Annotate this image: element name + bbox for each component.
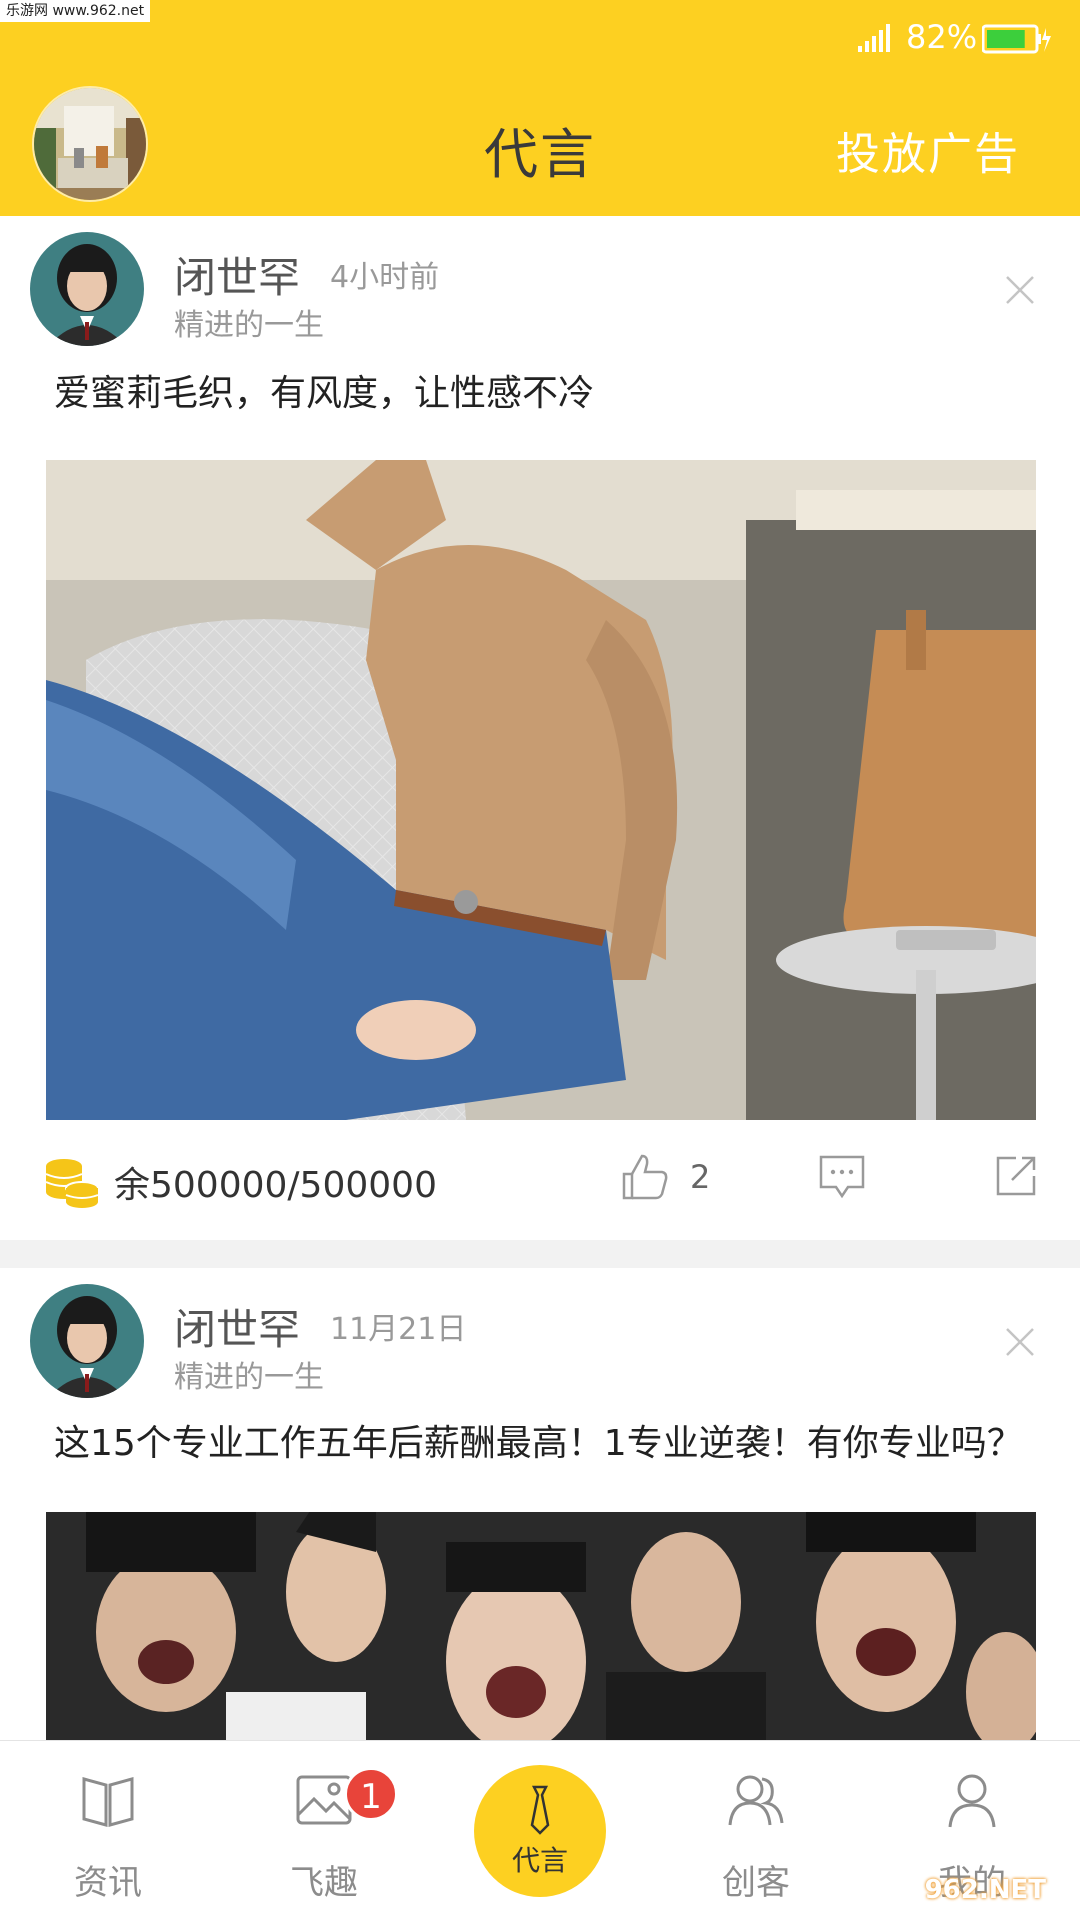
nav-label: 资讯 (74, 1863, 142, 1903)
nav-item-fun[interactable]: 1 飞趣 (244, 1741, 404, 1920)
author-name[interactable]: 闭世罕 (174, 1296, 300, 1357)
watermark-top: 乐游网 www.962.net (0, 0, 151, 22)
sweater-photo (46, 460, 1036, 1120)
crowd-photo (46, 1512, 1036, 1740)
close-icon[interactable] (1004, 274, 1036, 306)
close-icon[interactable] (1004, 1326, 1036, 1358)
watermark-bottom: 962.NET (924, 1875, 1046, 1905)
nav-label: 飞趣 (290, 1863, 358, 1903)
notification-badge: 1 (344, 1767, 398, 1821)
tie-icon (530, 1785, 550, 1835)
bottom-nav: 资讯 1 飞趣 代言 创客 我的 962.NET (0, 1740, 1080, 1920)
battery-icon (982, 24, 1051, 54)
feed-post[interactable]: 闭世罕 11月21日 精进的一生 这15个专业工作五年后薪酬最高！1专业逆袭！有… (0, 1268, 1080, 1740)
author-avatar[interactable] (30, 1284, 144, 1398)
post-actions: 余500000/500000 2 (0, 1144, 1080, 1224)
top-bar: 乐游网 www.962.net 82% 代言 投放广告 (0, 0, 1080, 216)
nav-label: 创客 (722, 1863, 790, 1903)
author-subtitle: 精进的一生 (174, 308, 324, 343)
balance-text: 余500000/500000 (114, 1165, 437, 1206)
thumbs-up-icon[interactable] (620, 1152, 670, 1202)
post-image[interactable] (46, 1512, 1036, 1740)
coins-icon (45, 1159, 99, 1208)
nav-item-creator[interactable]: 创客 (676, 1741, 836, 1920)
user-icon (948, 1774, 996, 1828)
feed-list[interactable]: 闭世罕 4小时前 精进的一生 爱蜜莉毛织，有风度，让性感不冷 余500000/5… (0, 216, 1080, 1740)
nav-item-endorse[interactable]: 代言 (474, 1765, 606, 1897)
share-icon[interactable] (994, 1154, 1038, 1198)
battery-percent: 82% (906, 18, 978, 56)
portrait-picture (30, 232, 144, 346)
feed-post[interactable]: 闭世罕 4小时前 精进的一生 爱蜜莉毛织，有风度，让性感不冷 余500000/5… (0, 216, 1080, 1240)
place-ad-button[interactable]: 投放广告 (836, 118, 1020, 182)
like-count: 2 (690, 1158, 711, 1196)
users-icon (728, 1775, 784, 1826)
post-time: 4小时前 (330, 260, 440, 295)
comment-icon[interactable] (818, 1154, 866, 1200)
post-image[interactable] (46, 460, 1036, 1120)
author-name[interactable]: 闭世罕 (174, 244, 300, 305)
book-icon (82, 1777, 134, 1827)
post-text[interactable]: 这15个专业工作五年后薪酬最高！1专业逆袭！有你专业吗？ (54, 1414, 1023, 1466)
app-screen: 乐游网 www.962.net 82% 代言 投放广告 闭世罕 4小时前 精进的… (0, 0, 1080, 1920)
post-time: 11月21日 (330, 1312, 467, 1347)
nav-item-me[interactable]: 我的 962.NET (892, 1741, 1052, 1920)
post-text[interactable]: 爱蜜莉毛织，有风度，让性感不冷 (54, 364, 594, 416)
status-bar: 乐游网 www.962.net 82% (0, 0, 1080, 70)
nav-item-news[interactable]: 资讯 (28, 1741, 188, 1920)
signal-icon (858, 24, 890, 52)
portrait-picture (30, 1284, 144, 1398)
author-subtitle: 精进的一生 (174, 1360, 324, 1395)
nav-label: 代言 (511, 1844, 568, 1877)
author-avatar[interactable] (30, 232, 144, 346)
